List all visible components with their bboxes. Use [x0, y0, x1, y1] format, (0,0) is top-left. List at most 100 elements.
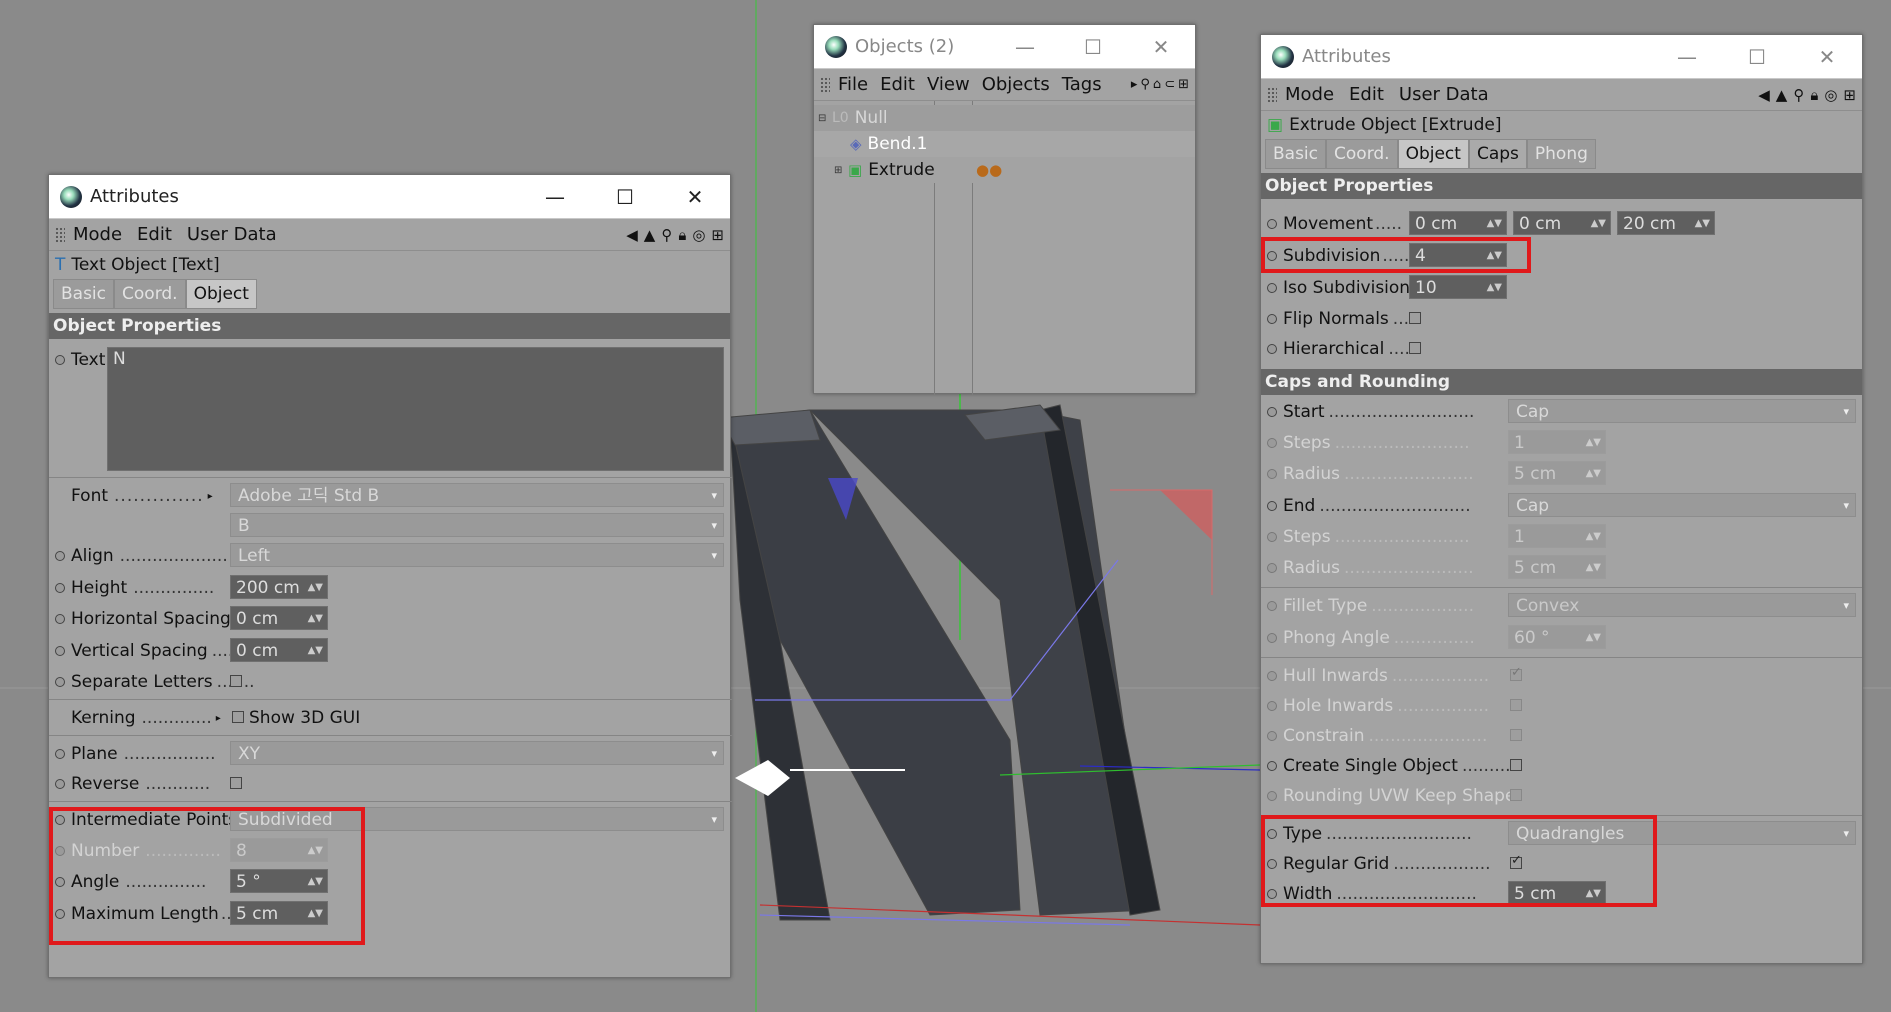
animate-dot-icon[interactable]	[55, 779, 65, 789]
separate-letters-checkbox[interactable]	[230, 675, 242, 687]
new-panel-icon[interactable]: ⊞	[1178, 77, 1189, 92]
reverse-label: Reverse	[71, 774, 140, 794]
up-arrow-icon[interactable]: ▲	[644, 226, 656, 244]
plane-dropdown[interactable]: XY ▾	[230, 741, 724, 765]
home-icon[interactable]: ⌂	[1153, 77, 1161, 92]
show-3d-gui-checkbox[interactable]	[232, 711, 244, 723]
font-dropdown[interactable]: Adobe 고딕 Std B ▾	[230, 483, 724, 507]
list-item[interactable]: ⊟ L0 Null	[814, 105, 1195, 131]
animate-dot-icon[interactable]	[55, 646, 65, 656]
section-object-properties: Object Properties	[49, 313, 730, 339]
reverse-checkbox[interactable]	[230, 777, 242, 789]
animate-dot-icon[interactable]	[1267, 501, 1277, 511]
animate-dot-icon[interactable]	[1267, 407, 1277, 417]
animate-dot-icon[interactable]	[1267, 314, 1277, 324]
animate-dot-icon	[1267, 671, 1277, 681]
end-radius-field: 5 cm ▲▼	[1508, 555, 1606, 579]
window-title: Attributes	[90, 186, 179, 207]
font-style-dropdown[interactable]: B ▾	[230, 513, 724, 537]
close-button[interactable]: ✕	[660, 175, 730, 219]
lock-icon[interactable]: 🔒︎	[1810, 86, 1818, 104]
text-input-area[interactable]: N	[107, 347, 724, 471]
menu-user-data[interactable]: User Data	[1399, 84, 1489, 105]
menu-edit[interactable]: Edit	[1349, 84, 1384, 105]
animate-dot-icon[interactable]	[55, 583, 65, 593]
tab-phong[interactable]: Phong	[1526, 139, 1596, 169]
window-title: Attributes	[1302, 46, 1391, 67]
menu-objects[interactable]: Objects	[982, 74, 1050, 95]
hierarchical-checkbox[interactable]	[1409, 342, 1421, 354]
menu-mode[interactable]: Mode	[1285, 84, 1334, 105]
animate-dot-icon[interactable]	[55, 551, 65, 561]
menu-mode[interactable]: Mode	[73, 224, 122, 245]
fillet-type-label: Fillet Type	[1283, 596, 1368, 616]
list-item[interactable]: ⊞ ▣ Extrude ●●	[814, 157, 1195, 183]
animate-dot-icon[interactable]	[55, 355, 65, 365]
minimize-button[interactable]: —	[520, 175, 590, 219]
end-steps-field: 1 ▲▼	[1508, 524, 1606, 548]
highlight-box-subdivision	[1261, 237, 1531, 273]
tab-object[interactable]: Object	[185, 279, 257, 309]
tab-caps[interactable]: Caps	[1468, 139, 1527, 169]
align-dropdown[interactable]: Left ▾	[230, 543, 724, 567]
tab-coord[interactable]: Coord.	[114, 279, 186, 309]
target-icon[interactable]: ◎	[1824, 86, 1837, 104]
menu-view[interactable]: View	[927, 74, 970, 95]
up-arrow-icon[interactable]: ▲	[1776, 86, 1788, 104]
back-arrow-icon[interactable]: ◀	[1758, 86, 1770, 104]
menu-file[interactable]: File	[838, 74, 868, 95]
target-icon[interactable]: ◎	[692, 226, 705, 244]
new-panel-icon[interactable]: ⊞	[711, 226, 724, 244]
animate-dot-icon[interactable]	[1267, 219, 1277, 229]
maximize-button[interactable]: ☐	[1722, 35, 1792, 79]
flip-normals-checkbox[interactable]	[1409, 312, 1421, 324]
menu-tags[interactable]: Tags	[1062, 74, 1102, 95]
animate-dot-icon[interactable]	[55, 749, 65, 759]
separate-letters-label: Separate Letters	[71, 672, 213, 692]
close-button[interactable]: ✕	[1792, 35, 1862, 79]
grip-icon	[820, 76, 830, 93]
search-icon[interactable]: ⚲	[661, 226, 672, 244]
horizontal-spacing-field[interactable]: 0 cm ▲▼	[230, 606, 328, 630]
search-icon[interactable]: ⚲	[1140, 77, 1150, 92]
flip-normals-label: Flip Normals	[1283, 309, 1389, 329]
maximize-button[interactable]: ☐	[590, 175, 660, 219]
more-arrow-icon[interactable]: ▸	[1131, 77, 1138, 92]
tab-basic[interactable]: Basic	[53, 279, 115, 309]
animate-dot-icon[interactable]	[55, 677, 65, 687]
list-item[interactable]: ◈ Bend.1	[814, 131, 1195, 157]
maximize-button[interactable]: ☐	[1059, 25, 1127, 69]
movement-y-field[interactable]: 0 cm ▲▼	[1513, 211, 1611, 235]
close-button[interactable]: ✕	[1127, 25, 1195, 69]
new-panel-icon[interactable]: ⊞	[1843, 86, 1856, 104]
material-tag-icon[interactable]: ●●	[976, 161, 1002, 179]
menu-user-data[interactable]: User Data	[187, 224, 277, 245]
tab-basic[interactable]: Basic	[1265, 139, 1327, 169]
movement-x-field[interactable]: 0 cm ▲▼	[1409, 211, 1507, 235]
animate-dot-icon	[1267, 731, 1277, 741]
minimize-button[interactable]: —	[1652, 35, 1722, 79]
link-icon[interactable]: ⊂	[1164, 77, 1175, 92]
animate-dot-icon[interactable]	[1267, 761, 1277, 771]
movement-z-field[interactable]: 20 cm ▲▼	[1617, 211, 1715, 235]
create-single-object-checkbox[interactable]	[1510, 759, 1522, 771]
vertical-spacing-field[interactable]: 0 cm ▲▼	[230, 638, 328, 662]
back-arrow-icon[interactable]: ◀	[626, 226, 638, 244]
tab-coord[interactable]: Coord.	[1326, 139, 1398, 169]
animate-dot-icon[interactable]	[55, 614, 65, 624]
lock-icon[interactable]: 🔒︎	[678, 226, 686, 244]
search-icon[interactable]: ⚲	[1793, 86, 1804, 104]
bend-deformer-icon: ◈	[850, 135, 862, 153]
text-object-icon: T	[55, 255, 66, 275]
menu-edit[interactable]: Edit	[880, 74, 915, 95]
tab-bar: Basic Coord. Object	[49, 279, 730, 309]
minimize-button[interactable]: —	[991, 25, 1059, 69]
end-dropdown[interactable]: Cap ▾	[1508, 493, 1856, 517]
animate-dot-icon[interactable]	[1267, 344, 1277, 354]
tab-object[interactable]: Object	[1397, 139, 1469, 169]
start-dropdown[interactable]: Cap ▾	[1508, 399, 1856, 423]
menu-edit[interactable]: Edit	[137, 224, 172, 245]
height-field[interactable]: 200 cm ▲▼	[230, 575, 328, 599]
animate-dot-icon[interactable]	[1267, 283, 1277, 293]
iso-subdivision-field[interactable]: 10 ▲▼	[1409, 275, 1507, 299]
